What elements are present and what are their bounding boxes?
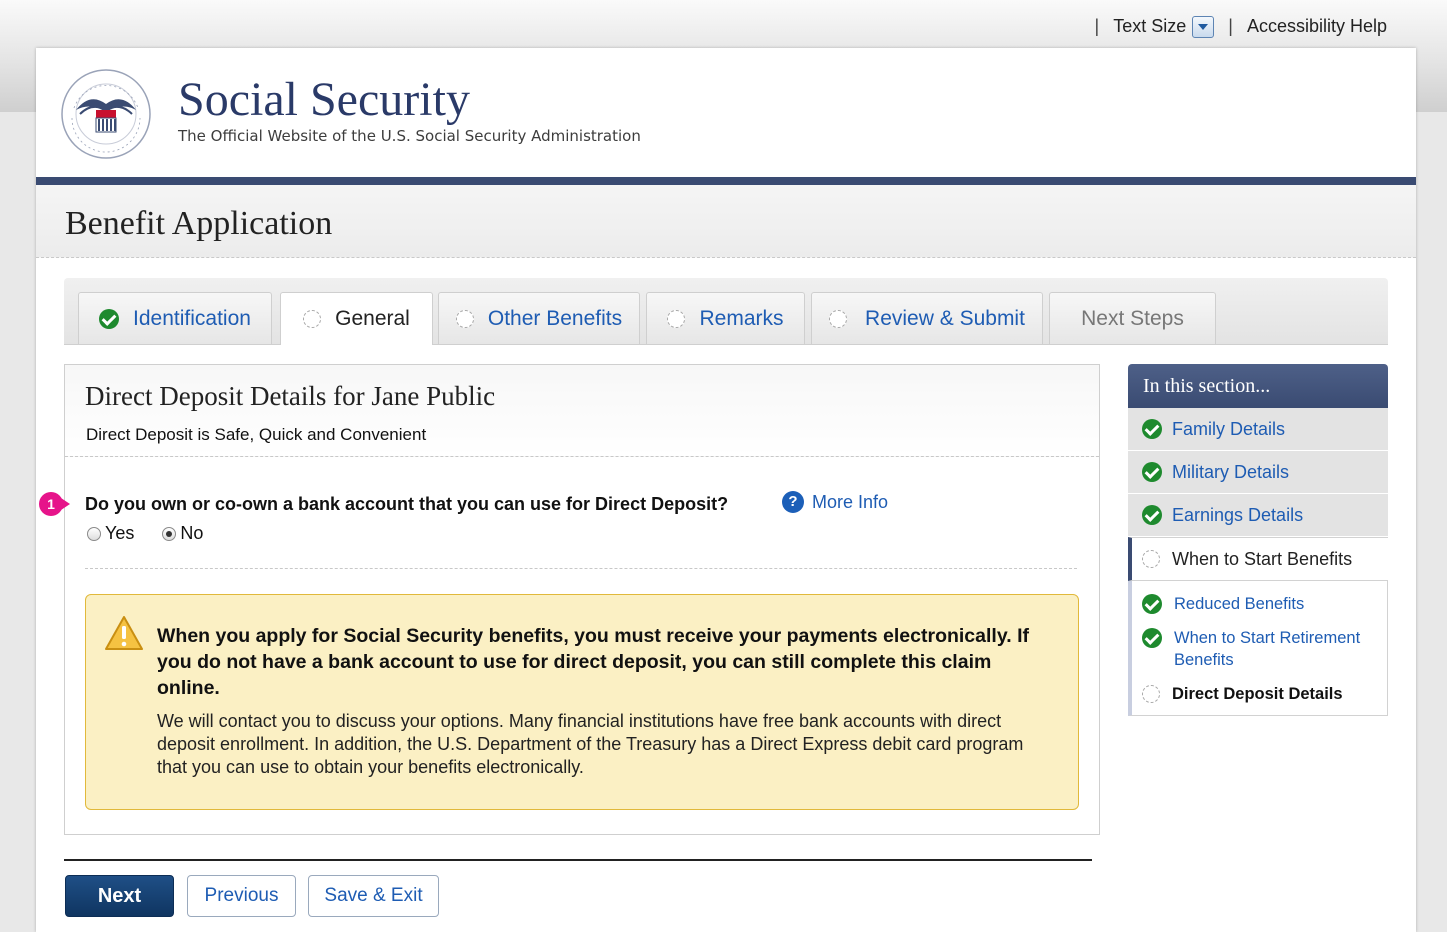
sidebar-subitem-label: Reduced Benefits bbox=[1174, 595, 1305, 613]
check-icon bbox=[99, 308, 120, 329]
check-icon bbox=[1142, 462, 1162, 482]
tab-label: Next Steps bbox=[1081, 306, 1184, 330]
sidebar-item-family-details[interactable]: Family Details bbox=[1128, 408, 1388, 451]
tab-label: General bbox=[335, 307, 410, 330]
radio-label: No bbox=[180, 523, 204, 543]
text-size-label: Text Size bbox=[1113, 15, 1187, 36]
form-footer-rule bbox=[64, 859, 1092, 861]
check-icon bbox=[1142, 419, 1162, 439]
sidebar-subitem-reduced-benefits[interactable]: Reduced Benefits bbox=[1142, 593, 1387, 615]
site-tagline: The Official Website of the U.S. Social … bbox=[178, 127, 641, 145]
radio-button-icon[interactable] bbox=[87, 526, 101, 541]
sidebar-item-label: Earnings Details bbox=[1172, 504, 1304, 525]
alert-body: We will contact you to discuss your opti… bbox=[157, 711, 1024, 777]
sidebar-subitem-direct-deposit[interactable]: Direct Deposit Details bbox=[1142, 683, 1387, 705]
check-icon bbox=[1142, 594, 1162, 614]
sidebar-item-label: Family Details bbox=[1172, 418, 1286, 439]
previous-button[interactable]: Previous bbox=[187, 875, 296, 917]
section-subtitle: Direct Deposit is Safe, Quick and Conven… bbox=[86, 425, 427, 444]
sidebar-item-label: When to Start Benefits bbox=[1172, 548, 1353, 569]
utility-separator: | bbox=[1228, 15, 1233, 36]
tab-remarks[interactable]: Remarks bbox=[646, 292, 805, 344]
page-title-bar: Benefit Application bbox=[36, 185, 1416, 258]
radio-button-selected-icon[interactable] bbox=[162, 526, 177, 541]
ssa-seal-logo[interactable] bbox=[60, 68, 152, 160]
bank-account-options: Yes No bbox=[87, 523, 203, 544]
check-icon bbox=[1142, 505, 1162, 525]
utility-bar: | Text Size | Accessibility Help bbox=[1081, 15, 1387, 38]
sidebar-item-military-details[interactable]: Military Details bbox=[1128, 451, 1388, 494]
direct-deposit-panel: Direct Deposit Details for Jane Public D… bbox=[39, 364, 1100, 835]
utility-separator: | bbox=[1094, 15, 1100, 36]
section-header: Direct Deposit Details for Jane Public D… bbox=[65, 365, 1099, 457]
sidebar-subitem-label: Direct Deposit Details bbox=[1172, 685, 1343, 703]
pending-circle-icon bbox=[455, 309, 474, 328]
page-container: Social Security The Official Website of … bbox=[36, 48, 1416, 932]
tab-label: Other Benefits bbox=[487, 306, 623, 330]
sidebar-item-when-to-start-benefits[interactable]: When to Start Benefits bbox=[1128, 537, 1388, 581]
electronic-payment-alert: When you apply for Social Security benef… bbox=[85, 594, 1079, 810]
radio-label: Yes bbox=[105, 523, 135, 543]
radio-no[interactable]: No bbox=[162, 523, 203, 544]
step-tabs: Identification General Other Benefits Re… bbox=[64, 278, 1388, 345]
help-question-icon: ? bbox=[782, 491, 804, 513]
tab-other-benefits[interactable]: Other Benefits bbox=[438, 292, 640, 344]
section-sidebar: In this section... Family Details Milita… bbox=[1128, 364, 1388, 716]
warning-icon bbox=[105, 616, 143, 650]
tab-identification[interactable]: Identification bbox=[78, 292, 272, 344]
pending-circle-icon bbox=[1142, 685, 1160, 703]
header-divider bbox=[36, 177, 1416, 185]
radio-yes[interactable]: Yes bbox=[87, 523, 134, 544]
question-number-marker: 1 bbox=[39, 492, 70, 518]
sidebar-subitem-retirement-benefits[interactable]: When to Start Retirement Benefits bbox=[1142, 627, 1387, 671]
more-info-link[interactable]: ? More Info bbox=[782, 491, 888, 513]
sidebar-item-label: Military Details bbox=[1172, 461, 1290, 482]
section-divider bbox=[85, 568, 1077, 569]
pending-circle-icon bbox=[829, 309, 848, 328]
sidebar-item-earnings-details[interactable]: Earnings Details bbox=[1128, 494, 1388, 537]
section-title: Direct Deposit Details for Jane Public bbox=[85, 381, 496, 411]
tab-label: Identification bbox=[133, 306, 251, 330]
text-size-dropdown-icon[interactable] bbox=[1192, 16, 1215, 38]
accessibility-help-link[interactable]: Accessibility Help bbox=[1247, 16, 1387, 37]
sidebar-subitem-label: When to Start Retirement Benefits bbox=[1174, 629, 1361, 669]
tab-label: Review & Submit bbox=[865, 306, 1025, 330]
question-number: 1 bbox=[39, 492, 63, 516]
tab-next-steps: Next Steps bbox=[1049, 292, 1216, 344]
tab-label: Remarks bbox=[699, 306, 784, 330]
alert-heading: When you apply for Social Security benef… bbox=[157, 625, 1029, 699]
sidebar-subnav: Reduced Benefits When to Start Retiremen… bbox=[1128, 581, 1388, 716]
pending-circle-icon bbox=[1142, 550, 1160, 568]
pending-circle-icon bbox=[303, 310, 322, 328]
page-title: Benefit Application bbox=[65, 205, 333, 242]
sidebar-heading: In this section... bbox=[1128, 364, 1388, 408]
pending-circle-icon bbox=[667, 309, 686, 328]
tab-general[interactable]: General bbox=[280, 292, 433, 345]
site-brand[interactable]: Social Security bbox=[178, 72, 470, 127]
bank-account-question: Do you own or co-own a bank account that… bbox=[85, 494, 729, 514]
more-info-label: More Info bbox=[812, 491, 889, 512]
tab-review-submit[interactable]: Review & Submit bbox=[811, 292, 1043, 344]
check-icon bbox=[1142, 628, 1162, 648]
site-header: Social Security The Official Website of … bbox=[36, 48, 1416, 185]
save-exit-button[interactable]: Save & Exit bbox=[308, 875, 439, 917]
next-button[interactable]: Next bbox=[65, 875, 174, 917]
